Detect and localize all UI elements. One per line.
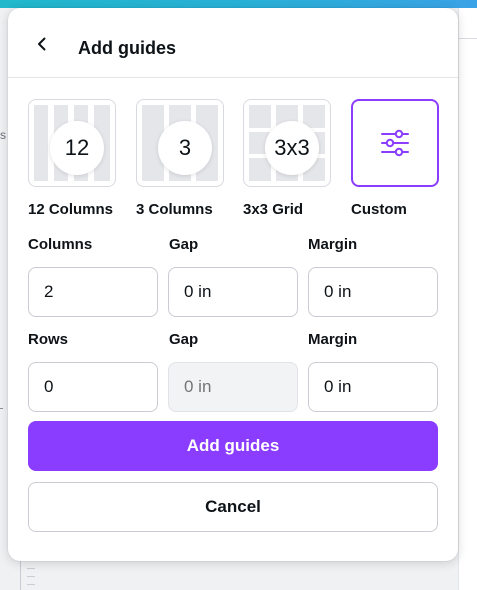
add-guides-panel: Add guides 12 12 Columns 3 3 Columns 3x3… bbox=[8, 8, 458, 561]
preset-badge: 3x3 bbox=[265, 121, 319, 175]
cancel-button[interactable]: Cancel bbox=[28, 482, 438, 532]
row-margin-label: Margin bbox=[308, 331, 358, 348]
preset-label-3-columns: 3 Columns bbox=[136, 201, 213, 218]
preset-12-columns[interactable]: 12 bbox=[28, 99, 116, 187]
column-gap-input[interactable] bbox=[168, 267, 298, 317]
preset-custom[interactable] bbox=[351, 99, 439, 187]
editor-top-bar bbox=[0, 0, 477, 8]
preset-3-columns[interactable]: 3 bbox=[136, 99, 224, 187]
preset-label-custom: Custom bbox=[351, 201, 407, 218]
background-text-fragment: s bbox=[0, 128, 6, 142]
page-title: Add guides bbox=[78, 38, 176, 58]
row-gap-label: Gap bbox=[169, 331, 199, 348]
rows-input[interactable] bbox=[28, 362, 158, 412]
row-gap-input bbox=[168, 362, 298, 412]
sliders-icon bbox=[381, 129, 409, 157]
3-columns-thumbnail: 3 bbox=[142, 105, 218, 181]
back-button[interactable] bbox=[30, 32, 54, 56]
preset-label-12-columns: 12 Columns bbox=[28, 201, 114, 218]
3x3-grid-thumbnail: 3x3 bbox=[249, 105, 325, 181]
column-margin-label: Margin bbox=[308, 236, 358, 253]
canvas-background bbox=[0, 8, 8, 590]
columns-label: Columns bbox=[28, 236, 93, 253]
rows-label: Rows bbox=[28, 331, 69, 348]
preset-badge: 12 bbox=[50, 121, 104, 175]
12-columns-thumbnail: 12 bbox=[34, 105, 110, 181]
panel-header: Add guides bbox=[8, 8, 458, 78]
side-canvas-strip bbox=[458, 8, 477, 590]
ruler bbox=[20, 560, 48, 590]
add-guides-button[interactable]: Add guides bbox=[28, 421, 438, 471]
column-margin-input[interactable] bbox=[308, 267, 438, 317]
preset-label-3x3-grid: 3x3 Grid bbox=[243, 201, 304, 218]
preset-badge: 3 bbox=[158, 121, 212, 175]
chevron-left-icon bbox=[38, 37, 46, 51]
preset-3x3-grid[interactable]: 3x3 bbox=[243, 99, 331, 187]
column-gap-label: Gap bbox=[169, 236, 199, 253]
row-margin-input[interactable] bbox=[308, 362, 438, 412]
columns-input[interactable] bbox=[28, 267, 158, 317]
background-tick bbox=[0, 408, 3, 409]
